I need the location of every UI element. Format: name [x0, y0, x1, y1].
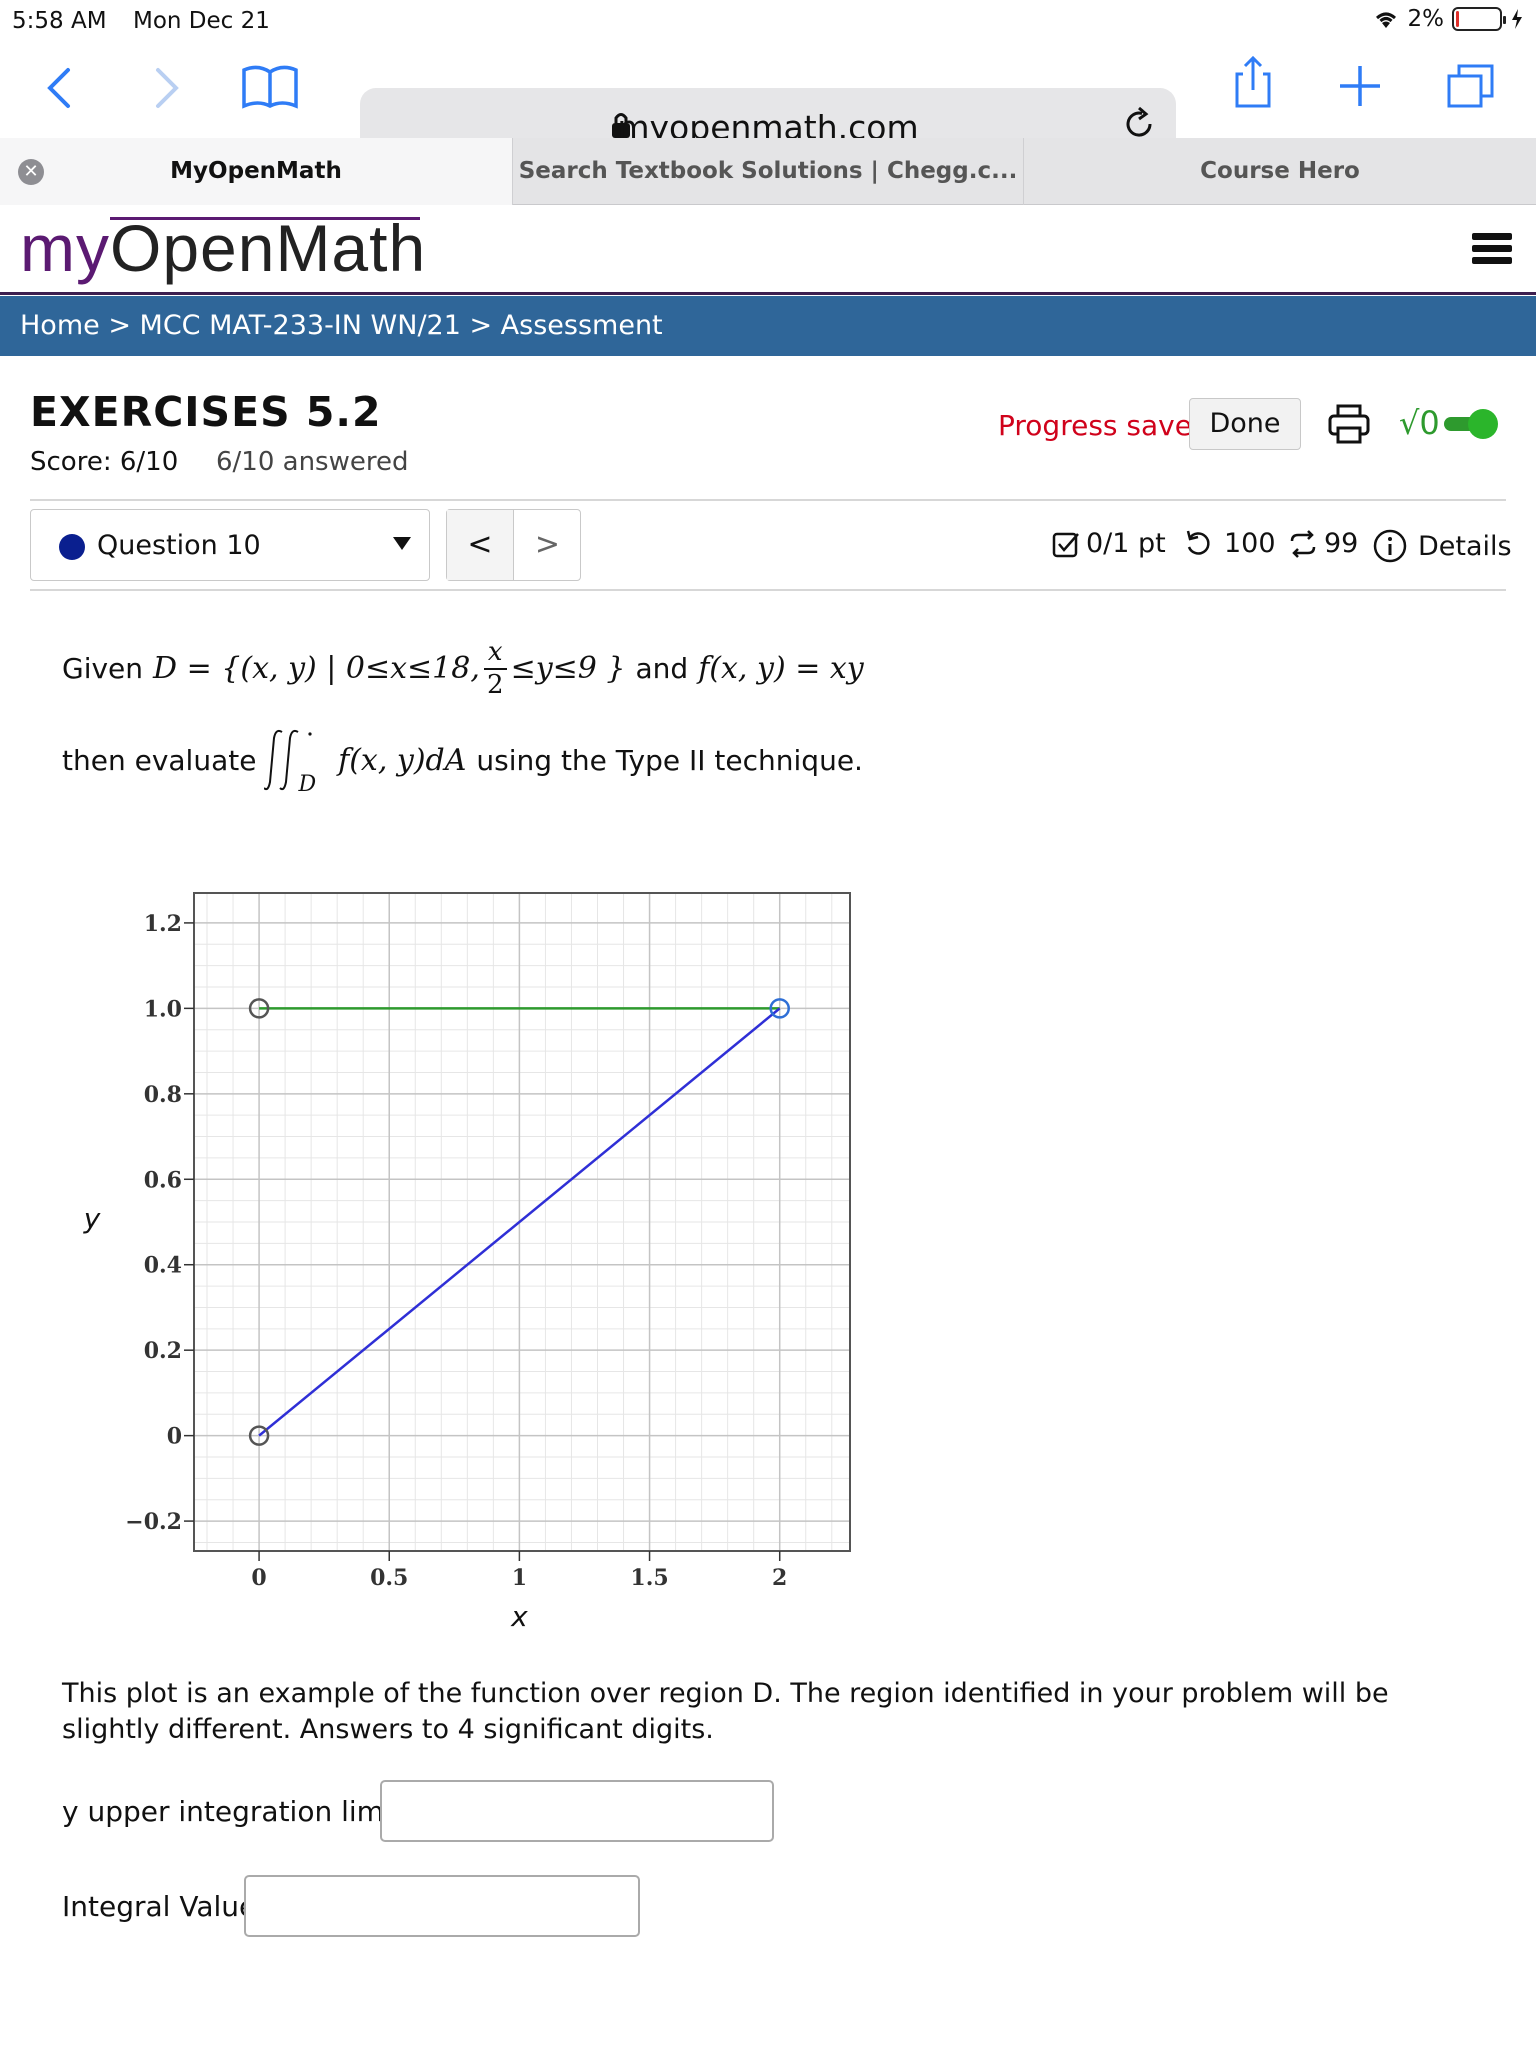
retries-info: 100 [1184, 528, 1276, 559]
question-select-label: Question 10 [97, 530, 261, 561]
tab-label: Search Textbook Solutions | Chegg.c... [518, 158, 1018, 184]
fraction-numerator: x [483, 636, 507, 670]
retry-icon [1186, 530, 1210, 555]
details-button[interactable]: Details [1372, 528, 1512, 564]
x-tick-label: 0.5 [370, 1565, 408, 1591]
tab-label: MyOpenMath [170, 158, 342, 184]
tab-course-hero[interactable]: Course Hero [1024, 138, 1536, 205]
integral-subscript: D [298, 772, 317, 797]
fraction: x 2 [483, 636, 507, 700]
browser-toolbar: myopenmath.com [0, 40, 1536, 160]
details-label: Details [1418, 530, 1512, 562]
sqrt-label: √0 [1399, 404, 1440, 442]
x-tick-label: 1 [512, 1565, 527, 1591]
question-statement: Given D = {(x, y) | 0≤x≤18, x 2 ≤y≤9 } a… [62, 636, 864, 700]
region-definition: D = {(x, y) | 0≤x≤18, [153, 650, 480, 686]
x-axis-label: x [510, 1600, 528, 1633]
technique-text: using the Type II technique. [476, 744, 863, 777]
divider [30, 499, 1506, 501]
info-icon [1373, 529, 1407, 563]
y-axis-label: y [83, 1202, 101, 1235]
and-text: and [635, 651, 689, 685]
x-tick-label: 2 [772, 1565, 787, 1591]
battery-percent: 2% [1407, 6, 1445, 32]
toggle-switch[interactable] [1443, 409, 1498, 439]
back-icon[interactable] [46, 66, 72, 110]
attempts-icon [1290, 529, 1316, 558]
status-bar: 5:58 AM Mon Dec 21 2% [0, 0, 1536, 40]
integral-value-label: Integral Value [62, 1890, 257, 1923]
y-tick-label: 1.0 [144, 996, 182, 1022]
y-tick-label: 0.2 [144, 1338, 182, 1364]
menu-icon[interactable] [1472, 233, 1512, 269]
y-upper-input[interactable] [380, 1780, 774, 1842]
question-select[interactable]: Question 10 [30, 509, 430, 581]
reload-icon[interactable] [1122, 106, 1156, 142]
then-evaluate-text: then evaluate [62, 744, 257, 777]
chevron-down-icon [393, 537, 411, 550]
fraction-denominator: 2 [486, 670, 504, 700]
divider [30, 589, 1506, 591]
charging-icon [1512, 9, 1522, 29]
site-logo[interactable]: myOpenMath [20, 210, 426, 286]
x-tick-label: 1.5 [630, 1565, 668, 1591]
bookmarks-icon[interactable] [240, 62, 300, 110]
site-header: myOpenMath [0, 205, 1536, 295]
share-icon[interactable] [1233, 54, 1273, 110]
y-tick-label: 1.2 [144, 911, 182, 937]
points-text: 0/1 pt [1086, 528, 1166, 559]
print-icon[interactable] [1327, 402, 1371, 446]
browser-tab-strip: ✕ MyOpenMath Search Textbook Solutions |… [0, 138, 1536, 205]
function-definition: f(x, y) = xy [698, 650, 864, 686]
y-tick-label: 0 [167, 1424, 182, 1450]
y-upper-label: y upper integration limit [62, 1795, 403, 1828]
next-question-button[interactable]: > [514, 510, 581, 580]
answered-text: 6/10 answered [216, 447, 409, 477]
new-tab-icon[interactable] [1338, 64, 1382, 108]
math-display-toggle[interactable]: √0 [1399, 404, 1498, 442]
forward-icon[interactable] [154, 66, 180, 110]
checkbox-icon [1052, 532, 1079, 557]
tab-close-icon[interactable]: ✕ [18, 159, 44, 185]
progress-saved-text: Progress saved [998, 409, 1210, 442]
tab-label: Course Hero [1200, 158, 1360, 184]
x-tick-label: 0 [251, 1565, 266, 1591]
given-prefix: Given [62, 651, 144, 685]
y-tick-label: 0.4 [144, 1253, 182, 1279]
y-tick-label: 0.6 [144, 1167, 182, 1193]
tabs-overview-icon[interactable] [1446, 62, 1496, 110]
retries-text: 100 [1224, 528, 1276, 559]
tab-chegg[interactable]: Search Textbook Solutions | Chegg.c... [512, 138, 1024, 205]
status-date: Mon Dec 21 [133, 8, 270, 34]
y-tick-label: 0.8 [144, 1082, 182, 1108]
y-tick-label: −0.2 [125, 1509, 182, 1535]
attempts-info: 99 [1288, 528, 1358, 559]
prev-question-button[interactable]: < [447, 510, 514, 580]
wifi-icon [1375, 12, 1396, 28]
status-right: 2% [1372, 6, 1525, 32]
attempts-text: 99 [1324, 528, 1359, 559]
integral-value-input[interactable] [244, 1875, 640, 1937]
question-status-dot [59, 534, 85, 560]
plot-note: This plot is an example of the function … [62, 1678, 1389, 1745]
breadcrumb[interactable]: Home > MCC MAT-233-IN WN/21 > Assessment [0, 296, 1536, 356]
score-text: Score: 6/10 [30, 447, 179, 477]
done-button[interactable]: Done [1189, 398, 1301, 450]
page-title: EXERCISES 5.2 [30, 388, 382, 436]
region-plot: 0 0.5 1 1.5 2 1.2 1.0 0.8 0.6 0.4 0.2 0 −0.2 x y [83, 892, 851, 1633]
points-info: 0/1 pt [1052, 528, 1166, 559]
tab-myopenmath[interactable]: ✕ MyOpenMath [0, 138, 512, 205]
battery-icon [1452, 7, 1506, 31]
status-time: 5:58 AM [12, 8, 107, 34]
question-instruction: then evaluate D f(x, y)dA using the Type… [62, 724, 863, 797]
region-definition-rest: ≤y≤9 } [510, 650, 626, 686]
question-pager: < > [446, 509, 581, 581]
integrand: f(x, y)dA [338, 743, 467, 778]
